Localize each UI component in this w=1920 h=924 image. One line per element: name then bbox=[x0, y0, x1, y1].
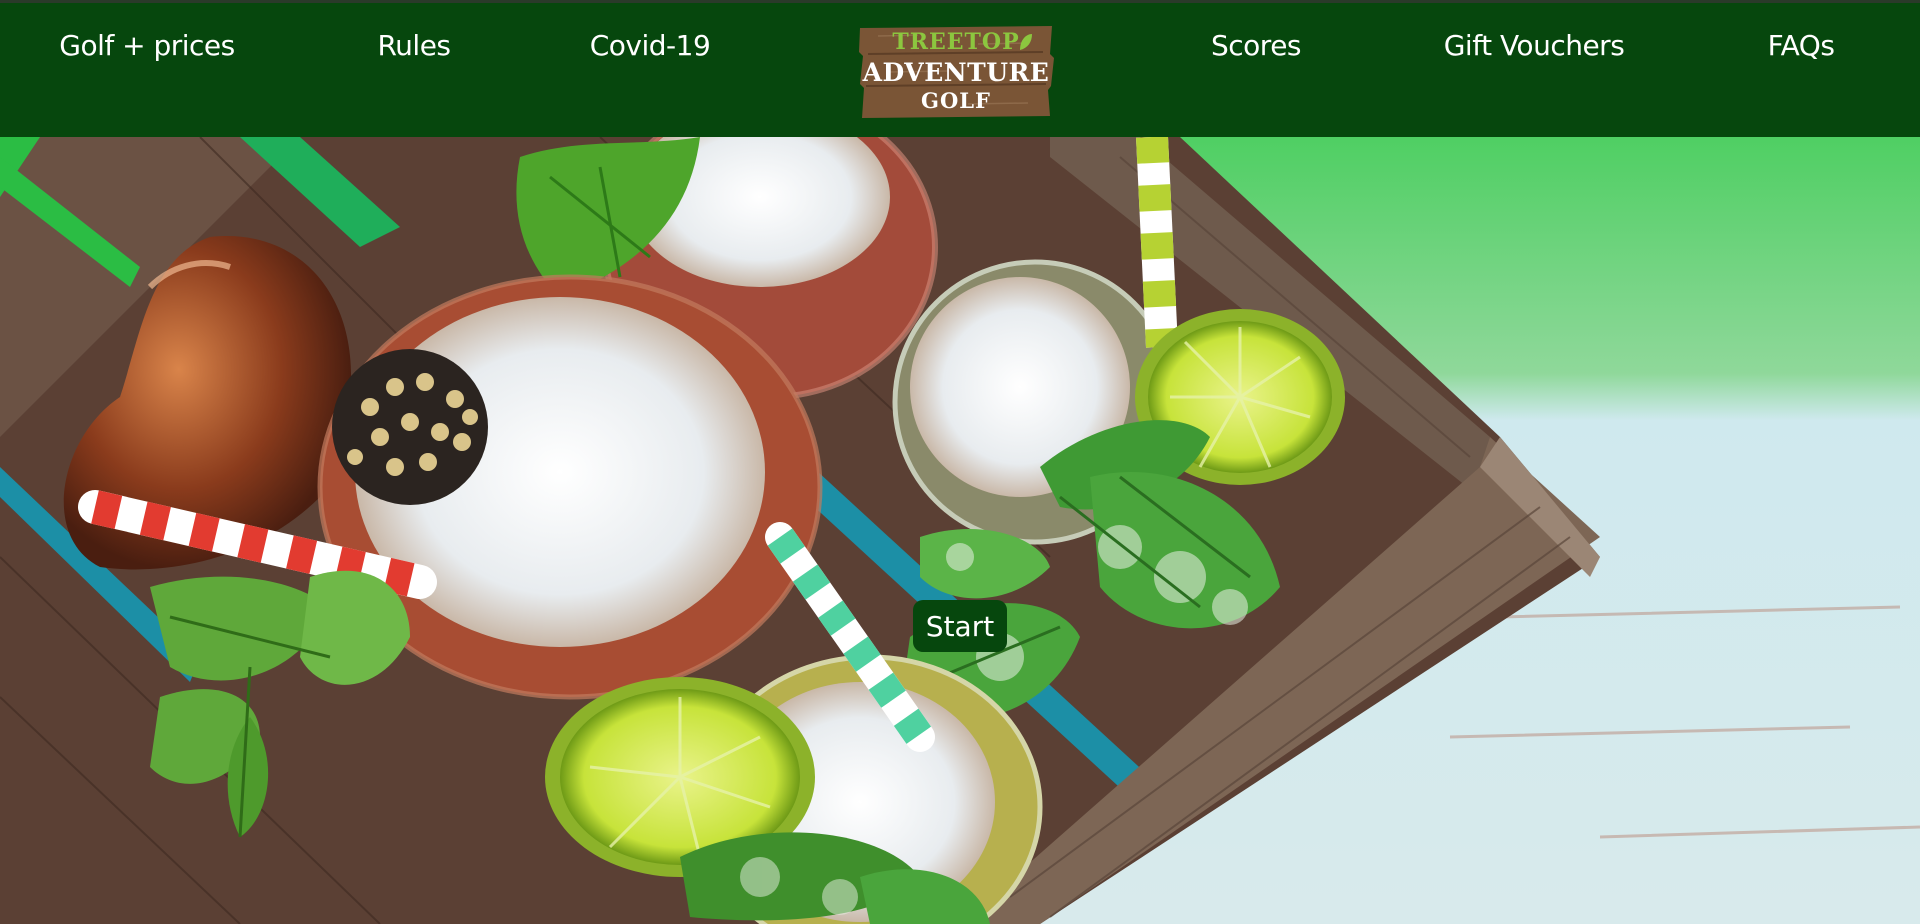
nav-rules-link[interactable]: Rules bbox=[374, 23, 454, 67]
logo-text-adventure: ADVENTURE bbox=[862, 58, 1050, 87]
nav-covid-link[interactable]: Covid-19 bbox=[590, 23, 711, 67]
nav-faqs-link[interactable]: FAQs bbox=[1766, 23, 1836, 67]
main-navbar: Golf + prices Rules Covid-19 TREETOP ADV… bbox=[0, 3, 1920, 137]
logo-text-golf: GOLF bbox=[921, 88, 991, 113]
nav-gift-vouchers-link[interactable]: Gift Vouchers bbox=[1444, 23, 1625, 67]
treetop-adventure-golf-logo[interactable]: TREETOP ADVENTURE GOLF bbox=[858, 24, 1054, 120]
leaf-icon bbox=[1020, 34, 1032, 50]
hero-section: Start bbox=[0, 137, 1920, 924]
nav-golf-prices-link[interactable]: Golf + prices bbox=[59, 23, 235, 67]
nav-scores-link[interactable]: Scores bbox=[1211, 23, 1302, 67]
start-button[interactable]: Start bbox=[913, 600, 1007, 652]
hero-cocktails-image bbox=[0, 137, 1920, 924]
